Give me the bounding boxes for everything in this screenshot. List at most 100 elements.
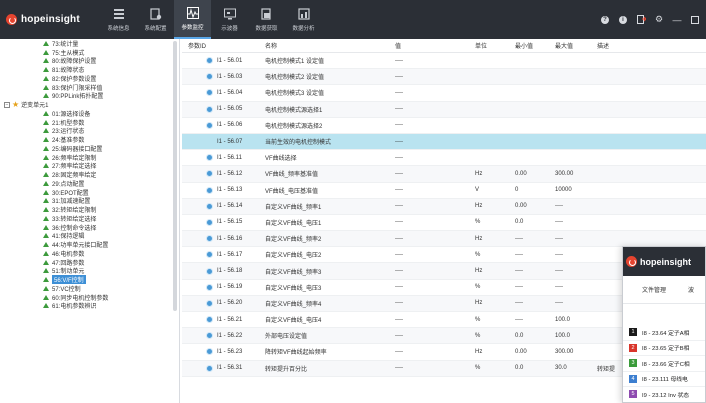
- tree-item[interactable]: 32:转矩给定限制: [0, 205, 179, 214]
- cell-id-text: I1 - 56.16: [217, 235, 243, 242]
- tree-item[interactable]: 29:点动配置: [0, 179, 179, 188]
- tree-item[interactable]: 33:转矩给定选择: [0, 214, 179, 223]
- cell-name: 电机控制模式源选择1: [265, 107, 323, 114]
- cell-id: I1 - 56.04: [182, 89, 265, 97]
- cell-unit: %: [475, 365, 481, 372]
- column-header-desc[interactable]: 描述: [597, 41, 706, 50]
- nav-tab-param-monitor[interactable]: 参数监控: [174, 0, 211, 39]
- table-row[interactable]: I1 - 56.12 VF曲线_频率基准值 ---- Hz 0.00 300.00: [182, 166, 706, 183]
- cell-id: I1 - 56.17: [182, 251, 265, 259]
- tree-item[interactable]: 28:固定频率给定: [0, 170, 179, 179]
- help-icon[interactable]: ?: [600, 15, 610, 25]
- tree-item-label: 75:主从模式: [52, 50, 85, 57]
- column-header-name[interactable]: 名称: [265, 41, 395, 50]
- tree-item[interactable]: 23:运行状态: [0, 127, 179, 135]
- tree-item[interactable]: 25:编码器接口配置: [0, 144, 179, 153]
- info-icon[interactable]: i: [618, 15, 628, 25]
- table-row[interactable]: I1 - 56.14 自定义VF曲线_频率1 ---- Hz 0.00 ----: [182, 198, 706, 215]
- tree-item[interactable]: 75:主从模式: [0, 48, 179, 57]
- cell-id: I1 - 56.11: [182, 154, 265, 162]
- cell-max: 300.00: [555, 348, 574, 355]
- nav-tab-system-config[interactable]: 系统配置: [137, 0, 174, 39]
- collapse-icon[interactable]: −: [4, 101, 10, 108]
- tree-scrollbar[interactable]: [173, 41, 177, 311]
- cell-unit: Hz: [475, 300, 483, 307]
- tree-item[interactable]: 80:故障保护设置: [0, 57, 179, 65]
- settings-icon[interactable]: ⚙: [654, 14, 664, 25]
- export-icon[interactable]: [636, 15, 646, 25]
- tree-item[interactable]: 90:PPLink拓扑配置: [0, 92, 179, 100]
- tree-item[interactable]: 61:电机参数辨识: [0, 302, 179, 310]
- cell-id: I1 - 56.13: [182, 186, 265, 194]
- tree-item[interactable]: 21:机型参数: [0, 118, 179, 127]
- column-header-min[interactable]: 最小值: [515, 41, 555, 50]
- parameter-status-icon: [206, 332, 213, 340]
- parameter-group-icon: [43, 294, 49, 300]
- tree-item-label: 51:制动单元: [52, 269, 85, 276]
- tab-waveform[interactable]: 波: [688, 285, 694, 294]
- column-header-id[interactable]: 参数ID: [182, 41, 265, 50]
- tree-folder[interactable]: − ★ 逆变单元1: [0, 100, 179, 109]
- cell-name: VF曲线选择: [265, 156, 297, 163]
- monitor-icon: [113, 8, 124, 19]
- nav-tab-oscilloscope[interactable]: 示波器: [211, 0, 248, 39]
- parameter-group-icon: [43, 189, 49, 195]
- column-header-unit[interactable]: 单位: [475, 41, 515, 50]
- tree-item[interactable]: 01:源选择设备: [0, 109, 179, 118]
- tab-file-management[interactable]: 文件管理: [642, 285, 666, 294]
- cell-id-text: I1 - 56.14: [217, 203, 243, 210]
- tree-item[interactable]: 27:频率给定选择: [0, 162, 179, 170]
- table-row[interactable]: I1 - 56.15 自定义VF曲线_电压1 ----% 0.0 ----: [182, 215, 706, 232]
- tree-item[interactable]: 83:保护门限采样值: [0, 83, 179, 92]
- channel-row[interactable]: 1 I8 - 23.64 定子A相: [623, 325, 705, 341]
- cell-min: 0.0: [515, 365, 524, 372]
- nav-tab-data-fetch[interactable]: 数据获取: [248, 0, 285, 39]
- tree-item[interactable]: 41:保持逻辑: [0, 232, 179, 240]
- tree-item[interactable]: 60:同步电机控制参数: [0, 293, 179, 302]
- parameter-status-icon: [206, 251, 213, 259]
- channel-row[interactable]: 3 I8 - 23.66 定子C相: [623, 356, 705, 372]
- tree-item[interactable]: 73:统计量: [0, 39, 179, 48]
- tree-item[interactable]: 51:制动单元: [0, 267, 179, 276]
- table-row[interactable]: I1 - 56.04 电机控制模式3 设定值 ----: [182, 85, 706, 102]
- tree-item[interactable]: 56:V/F控制: [0, 275, 179, 285]
- column-header-value[interactable]: 值: [395, 41, 475, 50]
- channel-row[interactable]: 4 I8 - 23.111 母线电: [623, 372, 705, 387]
- channel-row[interactable]: 5 I9 - 23.12 Inv 状态: [623, 387, 705, 402]
- cell-name: VF曲线_电压基准值: [265, 188, 319, 195]
- parameter-status-icon: [206, 364, 213, 372]
- tree-item[interactable]: 82:保护参数设置: [0, 74, 179, 83]
- nav-tab-data-analysis[interactable]: 数据分析: [285, 0, 322, 39]
- table-row[interactable]: I1 - 56.03 电机控制模式2 设定值 ----: [182, 69, 706, 86]
- tree-item[interactable]: 47:回路参数: [0, 258, 179, 267]
- tree-item[interactable]: 36:控制命令选择: [0, 223, 179, 232]
- maximize-icon[interactable]: [690, 15, 700, 25]
- cell-min: ----: [515, 235, 523, 242]
- tree-item[interactable]: 57:VC控制: [0, 284, 179, 293]
- tree-item[interactable]: 46:电机参数: [0, 249, 179, 258]
- table-row[interactable]: I1 - 56.16 自定义VF曲线_频率2 ---- Hz ---- ----: [182, 231, 706, 248]
- table-row[interactable]: I1 - 56.01 电机控制模式1 设定值 ----: [182, 53, 706, 70]
- minimize-icon[interactable]: —: [672, 15, 682, 25]
- cell-id-text: I1 - 56.20: [217, 300, 243, 307]
- table-row[interactable]: I1 - 56.07 当前生效的电机控制模式 ----: [182, 133, 706, 151]
- table-row[interactable]: I1 - 56.05 电机控制模式源选择1 ----: [182, 101, 706, 118]
- tree-item[interactable]: 26:频率给定限制: [0, 153, 179, 162]
- cell-value: ----: [395, 138, 403, 145]
- tree-item[interactable]: 81:故障状态: [0, 65, 179, 74]
- tree-item[interactable]: 31:加减速配置: [0, 197, 179, 205]
- channel-row[interactable]: 2 I8 - 23.65 定子B相: [623, 341, 705, 356]
- table-row[interactable]: I1 - 56.11 VF曲线选择 ----: [182, 150, 706, 167]
- tree-item[interactable]: 44:功率单元接口配置: [0, 240, 179, 249]
- cell-id-text: I1 - 56.07: [217, 138, 243, 145]
- tree-item-label: 逆变单元1: [21, 103, 49, 110]
- table-row[interactable]: I1 - 56.13 VF曲线_电压基准值 ---- V 0 10000: [182, 183, 706, 199]
- column-header-max[interactable]: 最大值: [555, 41, 597, 50]
- nav-tab-system-info[interactable]: 系统信息: [100, 0, 137, 39]
- cell-max: 300.00: [555, 170, 574, 177]
- secondary-window[interactable]: hopeinsight 文件管理 波 1 I8 - 23.64 定子A相 2 I8 -…: [622, 246, 706, 403]
- tree-item[interactable]: 24:基准参数: [0, 135, 179, 144]
- tree-item[interactable]: 30:EPOT配置: [0, 188, 179, 197]
- tree-item-label: 26:频率给定限制: [52, 155, 97, 162]
- table-row[interactable]: I1 - 56.06 电机控制模式源选择2 ----: [182, 118, 706, 134]
